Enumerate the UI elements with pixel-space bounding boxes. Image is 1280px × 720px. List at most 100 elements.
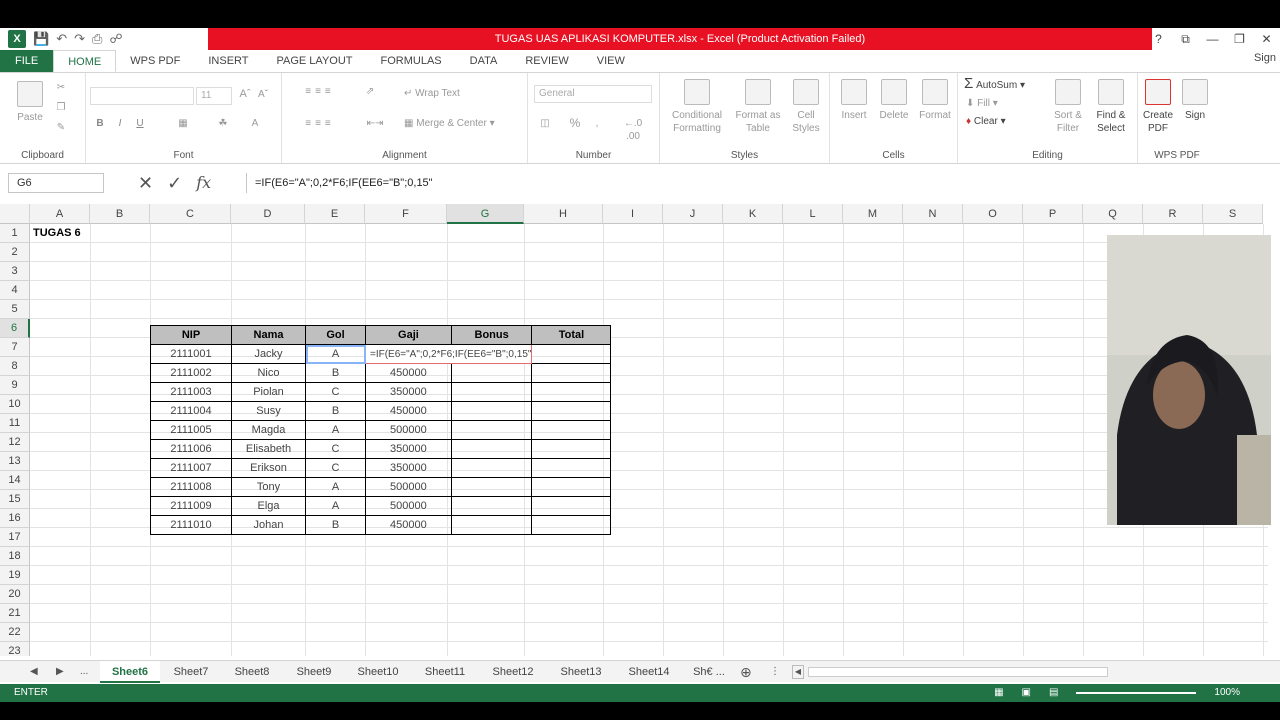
col-header[interactable]: C: [150, 204, 231, 224]
borders-icon[interactable]: ▦: [174, 117, 192, 130]
cell-nama[interactable]: Piolan: [231, 382, 306, 402]
accounting-icon[interactable]: ◫: [536, 117, 554, 130]
cell-editing-formula[interactable]: =IF(E6="A";0,2*F6;IF(EE6="B";0,15": [364, 344, 533, 364]
tab-file[interactable]: FILE: [0, 50, 54, 72]
delete-cells-button[interactable]: Delete: [876, 79, 912, 122]
cell-total[interactable]: [531, 458, 612, 478]
row-header[interactable]: 13: [0, 452, 30, 471]
insert-cells-button[interactable]: Insert: [836, 79, 872, 122]
more-sheets-left[interactable]: ...: [80, 661, 88, 683]
cell-nip[interactable]: 2111008: [150, 477, 232, 497]
row-header[interactable]: 16: [0, 509, 30, 528]
page-layout-view-icon[interactable]: ▣: [1022, 684, 1031, 702]
col-header[interactable]: Q: [1083, 204, 1143, 224]
font-color-icon[interactable]: A: [248, 117, 262, 130]
header-bonus[interactable]: Bonus: [450, 325, 533, 345]
tab-view[interactable]: VIEW: [583, 50, 639, 72]
cell-nip[interactable]: 2111005: [150, 420, 232, 440]
cell-total[interactable]: [531, 344, 612, 364]
clear-button[interactable]: ♦ Clear ▾: [966, 115, 1036, 128]
row-header[interactable]: 17: [0, 528, 30, 547]
autosum-button[interactable]: Σ AutoSum ▾: [964, 76, 1048, 92]
cell-gaji[interactable]: 350000: [365, 439, 452, 459]
cell-nama[interactable]: Elisabeth: [231, 439, 306, 459]
header-gaji[interactable]: Gaji: [365, 325, 452, 345]
copy-icon[interactable]: ❐: [52, 101, 70, 114]
fill-color-icon[interactable]: ☘: [214, 117, 232, 130]
header-nama[interactable]: Nama: [231, 325, 306, 345]
tab-home[interactable]: HOME: [53, 50, 117, 72]
cell-total[interactable]: [531, 401, 612, 421]
cell-nip[interactable]: 2111010: [150, 515, 232, 535]
indent-icons[interactable]: ⇤⇥: [358, 117, 392, 130]
format-painter-icon[interactable]: ✎: [52, 121, 70, 134]
cell-gol[interactable]: A: [305, 477, 366, 497]
ribbon-display-button[interactable]: ⧉: [1172, 28, 1199, 50]
col-header-selected[interactable]: G: [447, 204, 524, 224]
cut-icon[interactable]: ✂: [52, 81, 70, 94]
save-icon[interactable]: 💾: [33, 31, 49, 47]
page-break-view-icon[interactable]: ▤: [1049, 684, 1058, 702]
col-header[interactable]: L: [783, 204, 843, 224]
close-button[interactable]: ✕: [1253, 28, 1280, 50]
row-header[interactable]: 8: [0, 357, 30, 376]
cell-gol[interactable]: B: [305, 515, 366, 535]
row-header-selected[interactable]: 6: [0, 319, 30, 338]
paste-button[interactable]: Paste: [12, 81, 48, 124]
cell-nama[interactable]: Magda: [231, 420, 306, 440]
tab-page-layout[interactable]: PAGE LAYOUT: [263, 50, 367, 72]
cell-gol[interactable]: B: [305, 363, 366, 383]
tab-review[interactable]: REVIEW: [511, 50, 582, 72]
cell-nip[interactable]: 2111002: [150, 363, 232, 383]
col-header[interactable]: H: [524, 204, 603, 224]
merge-center-button[interactable]: ▦ Merge & Center ▾: [404, 117, 514, 130]
sheet-tab-overflow[interactable]: Sh€ ...: [684, 661, 734, 683]
cell-gol[interactable]: B: [305, 401, 366, 421]
zoom-level[interactable]: 100%: [1214, 684, 1240, 702]
minimize-button[interactable]: —: [1199, 28, 1226, 50]
row-header[interactable]: 21: [0, 604, 30, 623]
row-header[interactable]: 5: [0, 300, 30, 319]
col-header[interactable]: M: [843, 204, 903, 224]
create-pdf-button[interactable]: Create PDF: [1140, 79, 1176, 135]
cell-total[interactable]: [531, 515, 612, 535]
cell-nama[interactable]: Elga: [231, 496, 306, 516]
cell-nip[interactable]: 2111004: [150, 401, 232, 421]
undo-icon[interactable]: ↶: [56, 31, 67, 47]
header-total[interactable]: Total: [531, 325, 612, 345]
sheet-tab[interactable]: Sheet7: [162, 661, 220, 683]
percent-button[interactable]: %: [568, 117, 582, 130]
tab-insert[interactable]: INSERT: [194, 50, 262, 72]
cell-nama[interactable]: Jacky: [231, 344, 306, 364]
row-header[interactable]: 3: [0, 262, 30, 281]
cell-bonus[interactable]: [450, 496, 533, 516]
col-header[interactable]: A: [30, 204, 90, 224]
col-header[interactable]: O: [963, 204, 1023, 224]
row-header[interactable]: 23: [0, 642, 30, 656]
cell-gaji[interactable]: 500000: [365, 420, 452, 440]
wrap-text-button[interactable]: ↵ Wrap Text: [404, 87, 484, 100]
cell-gol[interactable]: C: [305, 458, 366, 478]
cell-gaji[interactable]: 500000: [365, 477, 452, 497]
col-header[interactable]: D: [231, 204, 305, 224]
cell-a1-title[interactable]: TUGAS 6: [30, 224, 140, 243]
zoom-slider[interactable]: [1076, 692, 1197, 694]
col-header[interactable]: R: [1143, 204, 1203, 224]
cell-nama[interactable]: Susy: [231, 401, 306, 421]
preview-icon[interactable]: ☍: [109, 31, 122, 47]
sheet-tab[interactable]: Sheet10: [346, 661, 410, 683]
row-header[interactable]: 10: [0, 395, 30, 414]
cancel-icon[interactable]: ✕: [138, 173, 153, 193]
comma-icon[interactable]: ,: [592, 117, 602, 130]
orientation-icon[interactable]: ⇗: [360, 85, 380, 98]
cell-total[interactable]: [531, 439, 612, 459]
cell-nip[interactable]: 2111003: [150, 382, 232, 402]
cell-nama[interactable]: Nico: [231, 363, 306, 383]
add-sheet-icon[interactable]: ⊕: [740, 661, 752, 683]
underline-button[interactable]: U: [134, 117, 146, 130]
cell-gaji[interactable]: 450000: [365, 363, 452, 383]
worksheet-grid[interactable]: A B C D E F G H I J K L M N O P Q R S 1 …: [0, 204, 1268, 656]
horizontal-align-icons[interactable]: ≡≡≡: [290, 117, 350, 130]
cell-gol[interactable]: C: [305, 382, 366, 402]
format-as-table-button[interactable]: Format as Table: [732, 79, 784, 135]
